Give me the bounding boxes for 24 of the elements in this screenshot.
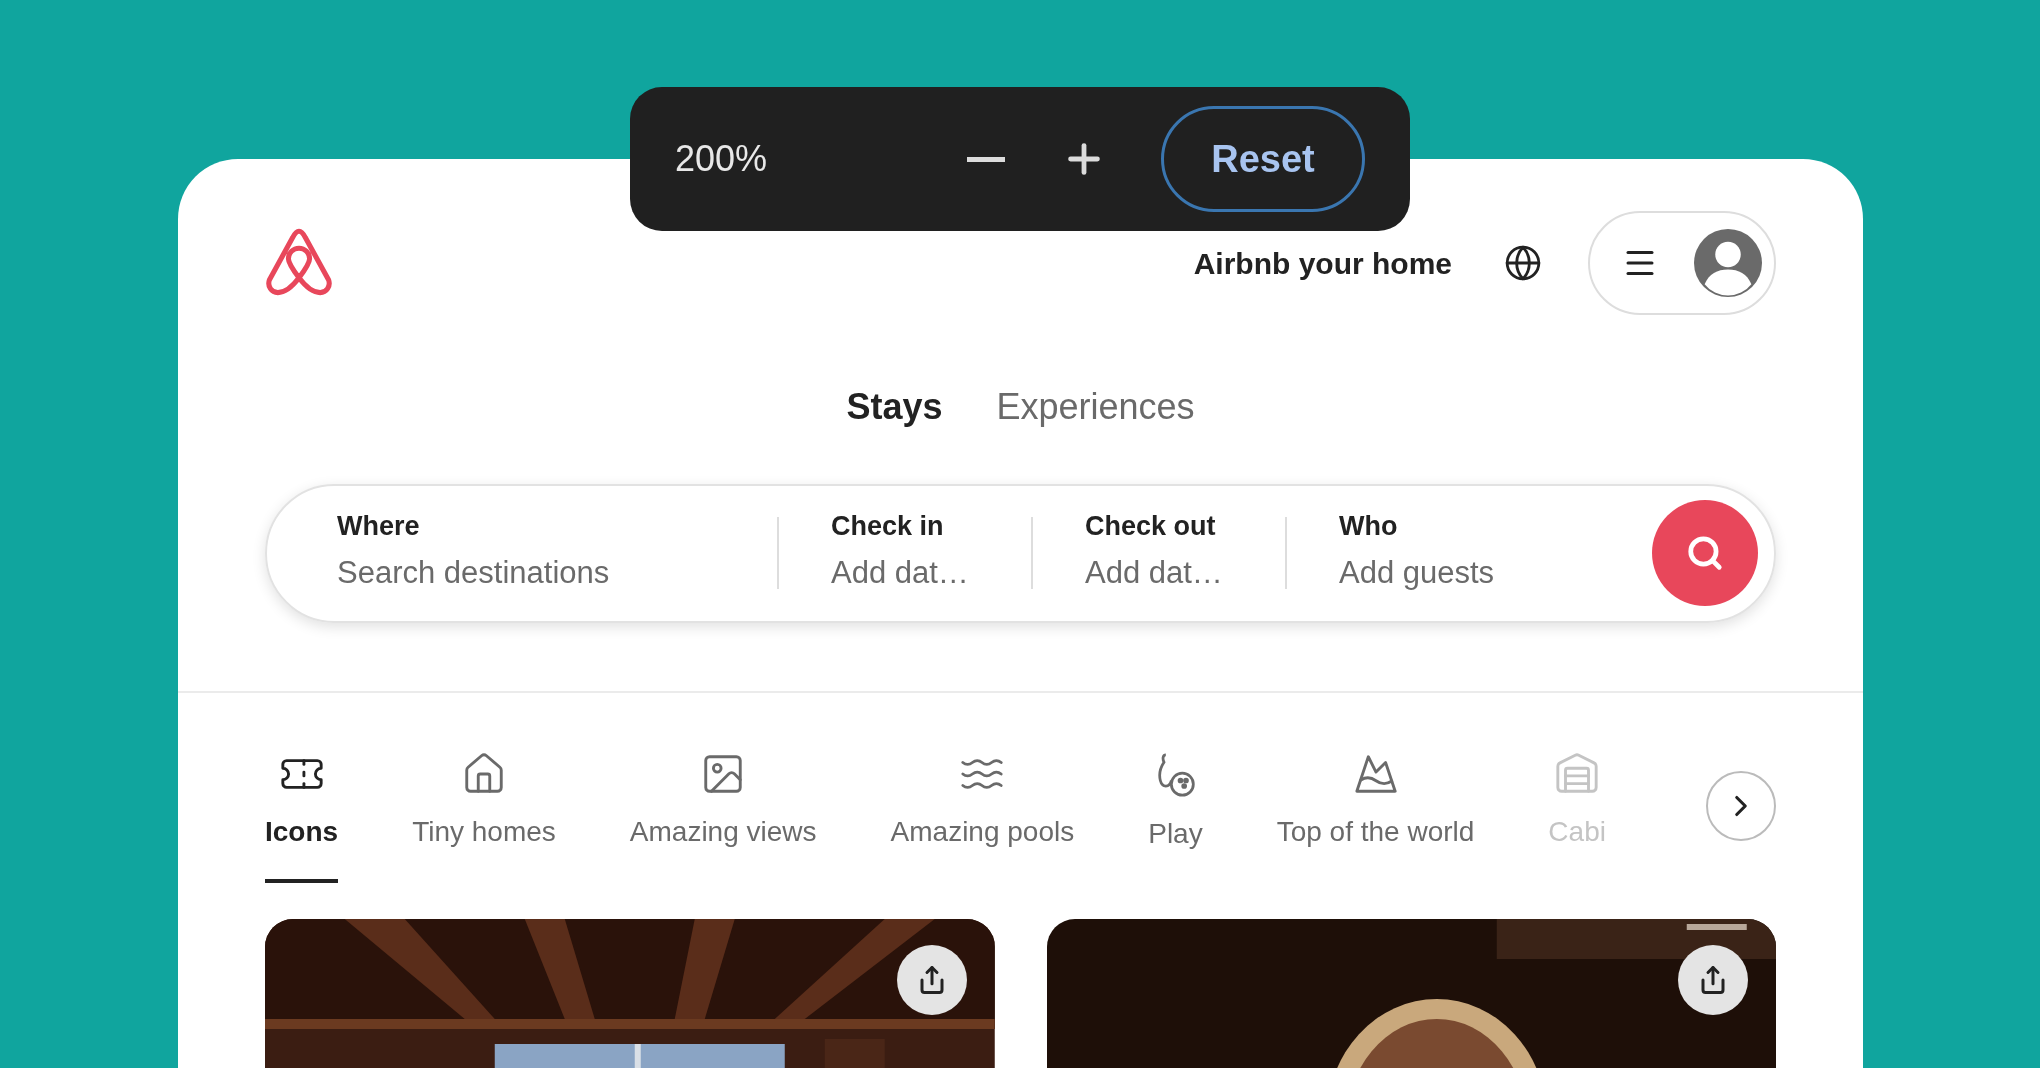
search-input[interactable]: Add guests	[1339, 549, 1652, 597]
profile-menu-button[interactable]	[1588, 211, 1776, 316]
search-icon	[1686, 534, 1724, 573]
search-input[interactable]: Search destinations	[337, 549, 777, 597]
category-tab[interactable]: Amazing views	[629, 750, 817, 883]
field-label: Who	[1339, 510, 1399, 544]
category-tab[interactable]: Icons	[265, 750, 339, 883]
globe-icon[interactable]	[1504, 244, 1542, 283]
avatar-icon	[1694, 229, 1762, 298]
category-tab[interactable]: Play	[1148, 750, 1203, 885]
reset-button[interactable]: Reset	[1161, 106, 1365, 212]
minus-icon	[967, 156, 1005, 162]
category-tab[interactable]: Tiny homes	[412, 750, 556, 883]
field-label: Check out	[1085, 510, 1217, 544]
search-tab[interactable]: Stays	[846, 379, 943, 434]
category-tab[interactable]: Top of the world	[1276, 750, 1475, 883]
host-link[interactable]: Airbnb your home	[1193, 240, 1452, 286]
zoom-level: 200%	[675, 137, 768, 181]
category-tab[interactable]: Amazing pools	[890, 750, 1075, 883]
field-label: Where	[337, 510, 421, 544]
search-tab[interactable]: Experiences	[996, 379, 1195, 434]
field-label: Check in	[831, 510, 945, 544]
search-input[interactable]: Add dat…	[1085, 549, 1285, 597]
search-input[interactable]: Add dat…	[831, 549, 1031, 597]
